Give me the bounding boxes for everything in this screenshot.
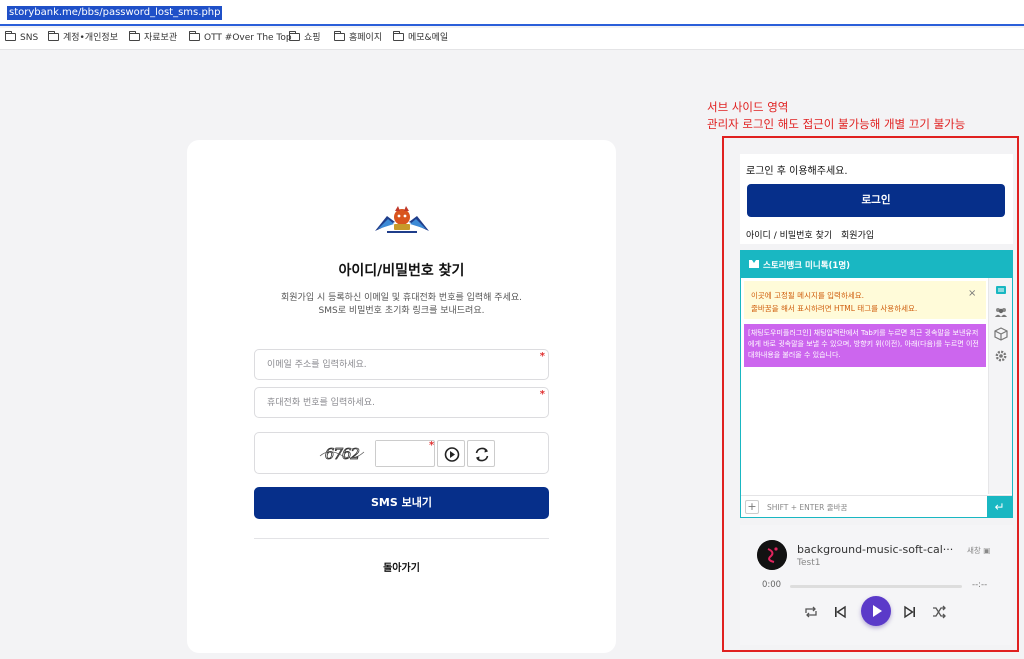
chat-input-row: + ↵ bbox=[741, 495, 1012, 518]
send-message-button[interactable]: ↵ bbox=[987, 496, 1012, 518]
phone-field[interactable]: * bbox=[254, 387, 549, 418]
annotation-line: 관리자 로그인 해도 접근이 불가능해 개별 끄기 불가능 bbox=[707, 117, 966, 131]
bookmark-homepage[interactable]: 홈페이지 bbox=[334, 31, 382, 44]
folder-icon bbox=[393, 31, 404, 41]
annotation-line: 서브 사이드 영역 bbox=[707, 100, 789, 114]
captcha-refresh-button[interactable] bbox=[467, 440, 495, 467]
chat-icon[interactable] bbox=[993, 282, 1009, 298]
svg-text:6762: 6762 bbox=[325, 445, 360, 463]
folder-icon bbox=[334, 31, 345, 41]
chat-message-input[interactable] bbox=[767, 499, 977, 515]
email-input[interactable] bbox=[255, 350, 515, 379]
album-art bbox=[757, 540, 787, 570]
send-sms-button[interactable]: SMS 보내기 bbox=[254, 487, 549, 519]
phone-input[interactable] bbox=[255, 388, 515, 417]
play-audio-icon bbox=[444, 447, 460, 462]
captcha-box: 6762 * bbox=[254, 432, 549, 474]
divider bbox=[254, 538, 549, 539]
find-account-link[interactable]: 아이디 / 비밀번호 찾기 bbox=[746, 231, 832, 241]
folder-icon bbox=[289, 31, 300, 41]
new-window-button[interactable]: 새창 ▣ bbox=[967, 545, 990, 556]
gear-icon[interactable] bbox=[993, 348, 1009, 364]
folder-icon bbox=[129, 31, 140, 41]
shuffle-icon[interactable] bbox=[931, 604, 947, 620]
folder-icon bbox=[48, 31, 59, 41]
next-icon[interactable] bbox=[902, 604, 918, 620]
bookmark-shopping[interactable]: 쇼핑 bbox=[289, 31, 321, 44]
captcha-input[interactable] bbox=[375, 440, 435, 467]
minitalk-chat-widget: 스토리뱅크 미니톡(1명) 이곳에 고정될 메시지를 입력하세요. 줄바꿈을 해… bbox=[740, 250, 1013, 518]
minitalk-logo-icon bbox=[749, 260, 759, 268]
helper-message-text: [채팅도우미플러그인] 채팅입력란에서 Tab키를 누르면 최근 귓속말을 보낸… bbox=[748, 329, 979, 359]
attach-plus-button[interactable]: + bbox=[745, 500, 759, 514]
repeat-icon[interactable] bbox=[803, 604, 819, 620]
description-line: SMS로 비밀번호 초기화 링크를 보내드려요. bbox=[318, 306, 485, 316]
window-icon: ▣ bbox=[983, 546, 991, 555]
bookmark-ott[interactable]: OTT #Over The Top bbox=[189, 31, 292, 44]
required-mark: * bbox=[429, 440, 435, 451]
bookmark-memo-mail[interactable]: 메모&메일 bbox=[393, 31, 448, 44]
play-icon bbox=[873, 605, 882, 617]
time-current: 0:00 bbox=[762, 580, 782, 590]
login-message: 로그인 후 이용해주세요. bbox=[746, 166, 848, 177]
close-icon[interactable]: × bbox=[968, 288, 976, 299]
bookmark-account[interactable]: 계정•개인정보 bbox=[48, 31, 118, 44]
login-links: 아이디 / 비밀번호 찾기 회원가입 bbox=[746, 228, 880, 241]
sidebar-login-button[interactable]: 로그인 bbox=[747, 184, 1005, 217]
time-total: --:-- bbox=[972, 580, 988, 590]
find-account-card: 아이디/비밀번호 찾기 회원가입 시 등록하신 이메일 및 휴대전화 번호를 입… bbox=[187, 140, 616, 653]
music-player-widget: background-music-soft-cal··· Test1 새창 ▣ … bbox=[740, 525, 1013, 645]
required-mark: * bbox=[539, 389, 545, 400]
join-link[interactable]: 회원가입 bbox=[841, 231, 874, 241]
annotation-note: 서브 사이드 영역 관리자 로그인 해도 접근이 불가능해 개별 끄기 불가능 bbox=[707, 99, 965, 133]
captcha-input-field[interactable] bbox=[376, 441, 432, 466]
chat-pinned-notice: 이곳에 고정될 메시지를 입력하세요. 줄바꿈을 해서 표시하려면 HTML 태… bbox=[744, 281, 986, 319]
url-text[interactable]: storybank.me/bbs/password_lost_sms.php bbox=[7, 6, 223, 20]
refresh-icon bbox=[475, 447, 489, 462]
progress-bar[interactable] bbox=[790, 585, 962, 588]
track-title: background-music-soft-cal··· bbox=[797, 543, 954, 556]
bookmark-sns[interactable]: SNS bbox=[5, 31, 38, 44]
bookmarks-bar: SNS 계정•개인정보 자료보관 OTT #Over The Top 쇼핑 홈페… bbox=[0, 28, 1024, 50]
users-icon[interactable] bbox=[993, 304, 1009, 320]
page-description: 회원가입 시 등록하신 이메일 및 휴대전화 번호를 입력해 주세요. SMS로… bbox=[187, 292, 616, 318]
page-title: 아이디/비밀번호 찾기 bbox=[338, 263, 465, 279]
site-logo-icon bbox=[375, 206, 429, 233]
sidebar-login-widget: 로그인 후 이용해주세요. 로그인 아이디 / 비밀번호 찾기 회원가입 bbox=[740, 154, 1013, 244]
folder-icon bbox=[5, 31, 16, 41]
chat-side-tabs bbox=[988, 278, 1012, 494]
back-link[interactable]: 돌아가기 bbox=[187, 559, 616, 574]
folder-icon bbox=[189, 31, 200, 41]
captcha-image: 6762 bbox=[319, 445, 365, 463]
box-icon[interactable] bbox=[993, 326, 1009, 342]
required-mark: * bbox=[539, 351, 545, 362]
description-line: 회원가입 시 등록하신 이메일 및 휴대전화 번호를 입력해 주세요. bbox=[280, 293, 523, 303]
play-button[interactable] bbox=[861, 596, 891, 626]
chat-title: 스토리뱅크 미니톡(1명) bbox=[763, 261, 851, 271]
captcha-audio-button[interactable] bbox=[437, 440, 465, 467]
previous-icon[interactable] bbox=[832, 604, 848, 620]
notice-text: 이곳에 고정될 메시지를 입력하세요. 줄바꿈을 해서 표시하려면 HTML 태… bbox=[751, 291, 918, 313]
bookmark-archive[interactable]: 자료보관 bbox=[129, 31, 177, 44]
track-artist: Test1 bbox=[797, 558, 821, 568]
email-field[interactable]: * bbox=[254, 349, 549, 380]
chat-header: 스토리뱅크 미니톡(1명) bbox=[741, 251, 1012, 278]
address-bar[interactable]: storybank.me/bbs/password_lost_sms.php bbox=[0, 0, 1024, 26]
chat-helper-message: [채팅도우미플러그인] 채팅입력란에서 Tab키를 누르면 최근 귓속말을 보낸… bbox=[744, 324, 986, 367]
